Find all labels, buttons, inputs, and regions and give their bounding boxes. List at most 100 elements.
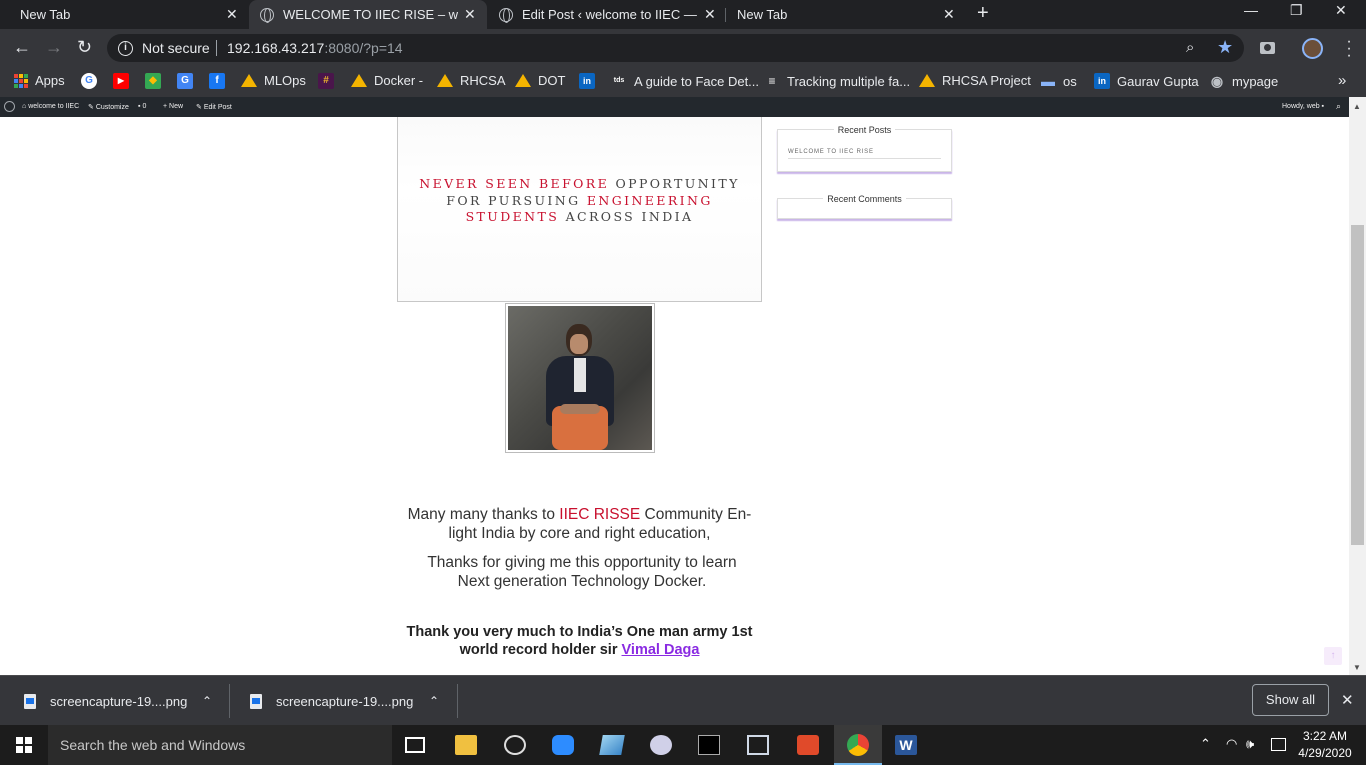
bookmark-os[interactable]: ▬ os <box>1040 73 1077 89</box>
bookmark-dot[interactable]: DOT <box>515 73 565 88</box>
scroll-to-top-button[interactable]: ↑ <box>1324 647 1342 665</box>
restore-button[interactable]: ❐ <box>1290 2 1303 19</box>
bookmarks-more-icon[interactable]: » <box>1338 72 1346 89</box>
download-filename: screencapture-19....png <box>276 693 414 709</box>
tab-close-icon[interactable]: ✕ <box>226 6 238 23</box>
close-icon[interactable]: ✕ <box>1341 691 1354 709</box>
bookmark-google[interactable]: G <box>81 73 104 89</box>
image-file-icon <box>24 693 36 709</box>
security-label[interactable]: Not secure <box>142 40 210 56</box>
tray-chevron-up-icon[interactable]: ⌃ <box>1200 736 1211 752</box>
chevron-up-icon[interactable]: ⌃ <box>202 694 212 708</box>
bookmark-linkedin[interactable]: in <box>579 73 602 89</box>
bookmark-rhcsa-project[interactable]: RHCSA Project <box>919 73 1031 88</box>
tab-close-icon[interactable]: ✕ <box>464 6 476 23</box>
translate-icon: G <box>177 73 193 89</box>
reload-button[interactable]: ↻ <box>77 38 92 56</box>
address-bar[interactable]: i Not secure 192.168.43.217:8080/?p=14 ⌕… <box>107 34 1244 62</box>
window-close-button[interactable]: ✕ <box>1335 2 1347 19</box>
wp-customize-link[interactable]: ✎ Customize <box>88 103 129 111</box>
wp-site-link[interactable]: ⌂ welcome to IIEC <box>22 103 79 110</box>
page-scrollbar[interactable]: ▲ ▼ <box>1349 97 1366 675</box>
windows-start-icon[interactable] <box>16 737 32 753</box>
wp-comments-link[interactable]: ▪ 0 <box>138 103 146 110</box>
chrome-menu-icon[interactable]: · · · <box>1346 34 1352 64</box>
bookmark-facebook[interactable]: f <box>209 73 232 89</box>
wp-howdy-link[interactable]: Howdy, web ▪ <box>1282 103 1324 110</box>
scroll-down-icon[interactable]: ▼ <box>1353 663 1361 672</box>
vimal-daga-link[interactable]: Vimal Daga <box>622 642 700 658</box>
list-icon: ≡ <box>768 74 776 88</box>
bookmark-tracking[interactable]: ≡ Tracking multiple fa... <box>764 73 910 89</box>
banner-red-text: STUDENTS <box>465 209 560 224</box>
bookmark-star-icon[interactable]: ★ <box>1217 37 1233 58</box>
bookmark-face-detection[interactable]: tds A guide to Face Det... <box>611 73 759 89</box>
bookmark-maps[interactable]: ◆ <box>145 73 168 89</box>
tds-icon: tds <box>613 77 625 84</box>
scroll-up-icon[interactable]: ▲ <box>1353 102 1361 111</box>
back-button[interactable]: ← <box>13 38 31 56</box>
terminal-icon[interactable] <box>698 735 720 755</box>
youtube-icon: ▶ <box>113 73 129 89</box>
snipping-tool-icon[interactable] <box>650 735 672 755</box>
bookmark-gaurav-gupta[interactable]: in Gaurav Gupta <box>1094 73 1199 89</box>
obs-icon[interactable] <box>504 735 526 755</box>
bookmark-rhcsa[interactable]: RHCSA <box>437 73 506 88</box>
bookmark-youtube[interactable]: ▶ <box>113 73 136 89</box>
minimize-button[interactable]: — <box>1244 2 1258 18</box>
bookmark-mlops[interactable]: MLOps <box>241 73 306 88</box>
author-photo-image <box>508 306 652 450</box>
bookmark-label: mypage <box>1232 73 1279 89</box>
app-red-icon[interactable] <box>797 735 819 755</box>
wp-admin-bar: ⌂ welcome to IIEC ✎ Customize ▪ 0 + New … <box>0 97 1366 117</box>
wordpress-logo-icon[interactable] <box>4 101 15 112</box>
chrome-icon[interactable] <box>847 734 869 756</box>
tab-new-tab-2[interactable]: New Tab ✕ <box>737 0 962 29</box>
wp-new-link[interactable]: + New <box>163 103 183 110</box>
download-item-1[interactable]: screencapture-19....png ⌃ <box>24 676 224 726</box>
app-icon[interactable] <box>599 735 625 755</box>
recent-posts-widget: Recent Posts WELCOME TO IIEC RISE <box>777 125 952 172</box>
forward-button[interactable]: → <box>45 38 63 56</box>
facebook-icon: f <box>209 73 225 89</box>
file-explorer-icon[interactable] <box>455 735 477 755</box>
tab-close-icon[interactable]: ✕ <box>943 6 955 23</box>
bookmark-mypage[interactable]: ◉ mypage <box>1209 73 1278 89</box>
recent-post-link[interactable]: WELCOME TO IIEC RISE <box>788 149 941 159</box>
volume-icon[interactable]: 🕪 <box>1246 736 1254 752</box>
taskbar-clock[interactable]: 3:22 AM 4/29/2020 <box>1296 728 1354 762</box>
virtualbox-icon[interactable] <box>747 735 769 755</box>
chevron-up-icon[interactable]: ⌃ <box>429 694 439 708</box>
tab-edit-post[interactable]: Edit Post ‹ welcome to IIEC — Wo ✕ <box>497 0 725 29</box>
para-text: Thank you very much to India’s One man a… <box>406 624 753 658</box>
tab-close-icon[interactable]: ✕ <box>704 6 716 23</box>
url-text[interactable]: 192.168.43.217:8080/?p=14 <box>227 40 403 56</box>
drive-icon <box>437 74 453 87</box>
notification-icon[interactable] <box>1271 738 1286 751</box>
bookmark-label: RHCSA <box>460 73 506 88</box>
bookmark-slack[interactable]: # <box>318 73 341 89</box>
taskbar-search[interactable]: Search the web and Windows <box>48 725 392 765</box>
tab-welcome-iiec[interactable]: WELCOME TO IIEC RISE – welcom ✕ <box>249 0 487 29</box>
banner-plain-text: FOR PURSUING <box>446 192 587 208</box>
info-icon[interactable]: i <box>118 41 133 56</box>
scrollbar-thumb[interactable] <box>1351 225 1364 545</box>
wifi-icon[interactable]: ◠ <box>1226 736 1237 752</box>
zoom-icon[interactable]: ⌕ <box>1186 39 1194 56</box>
new-tab-button[interactable]: + <box>977 3 989 23</box>
bookmark-translate[interactable]: G <box>177 73 200 89</box>
bookmark-label: Gaurav Gupta <box>1117 73 1199 89</box>
camera-extension-icon[interactable] <box>1260 42 1275 54</box>
bookmark-apps[interactable]: Apps <box>14 73 65 88</box>
profile-avatar[interactable] <box>1302 38 1323 59</box>
bookmark-docker[interactable]: Docker - <box>351 73 423 88</box>
word-icon[interactable]: W <box>895 735 917 755</box>
download-item-2[interactable]: screencapture-19....png ⌃ <box>250 676 450 726</box>
zoom-app-icon[interactable] <box>552 735 574 755</box>
wp-search-icon[interactable]: ⌕ <box>1336 101 1341 112</box>
show-all-button[interactable]: Show all <box>1252 684 1329 716</box>
wp-edit-post-link[interactable]: ✎ Edit Post <box>196 103 232 111</box>
tab-new-tab-1[interactable]: New Tab ✕ <box>20 0 245 29</box>
wp-new-label: New <box>169 103 184 110</box>
task-view-icon[interactable] <box>405 737 425 753</box>
